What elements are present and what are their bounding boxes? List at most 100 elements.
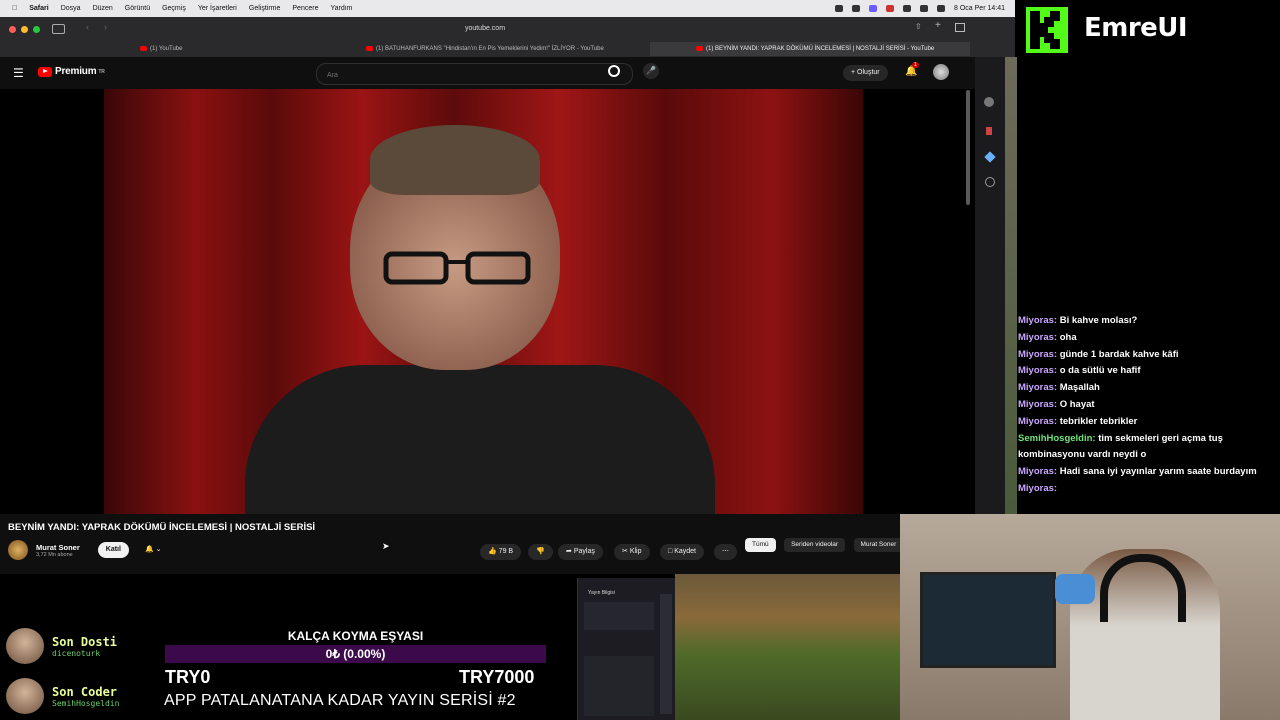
channel-avatar[interactable]	[8, 540, 28, 560]
chat-username[interactable]: Miyoras:	[1018, 365, 1057, 376]
search-icon[interactable]	[937, 5, 946, 12]
youtube-play-icon	[38, 66, 52, 77]
chevron-down-icon: ⌄	[155, 546, 162, 553]
microphone-icon[interactable]: 🎤	[643, 63, 659, 79]
minimize-window-button[interactable]	[21, 26, 28, 33]
last-follower: Son Dosti dicenoturk	[6, 628, 117, 664]
close-window-button[interactable]	[9, 26, 16, 33]
scissors-icon: ✂	[622, 548, 628, 555]
tab-batuhan-video[interactable]: (1) BATUHANFURKANS "Hindistan'ın En Pis …	[366, 42, 646, 56]
follower-avatar	[6, 628, 44, 664]
chat-username[interactable]: SemihHosgeldin:	[1018, 433, 1096, 444]
subscriber-count: 3,72 Mn abone	[36, 551, 73, 558]
chat-username[interactable]: Miyoras:	[1018, 466, 1057, 477]
streamer-name: EmreUI	[1084, 13, 1188, 43]
video-title: BEYNİM YANDI: YAPRAK DÖKÜMÜ İNCELEMESİ |…	[8, 522, 316, 533]
menu-gelistirme[interactable]: Geliştirme	[249, 5, 281, 12]
page-scrollbar[interactable]	[966, 90, 970, 205]
status-icon-4[interactable]	[886, 5, 895, 12]
menu-duzen[interactable]: Düzen	[93, 5, 113, 12]
sidepanel-icon-3[interactable]	[984, 151, 996, 163]
save-button[interactable]: □ Kaydet	[660, 544, 704, 560]
stream-brand: EmreUI	[1018, 0, 1280, 57]
chat-text: Hadi sana iyi yayınlar yarım saate burda…	[1059, 466, 1257, 478]
status-icon-1[interactable]	[835, 5, 844, 12]
menu-hamburger-icon[interactable]: ☰	[13, 66, 24, 80]
address-bar[interactable]: youtube.com	[285, 21, 685, 37]
related-chips: Tümü Seriden videolar Murat Soner	[745, 533, 907, 552]
chat-message: Miyoras: Hadi sana iyi yayınlar yarım sa…	[1018, 464, 1280, 481]
more-actions-button[interactable]: ⋯	[714, 544, 737, 560]
battery-icon[interactable]	[920, 5, 929, 12]
tab-overview-icon[interactable]	[955, 23, 965, 32]
chat-username[interactable]: Miyoras:	[1018, 315, 1057, 326]
chip-series-videos[interactable]: Seriden videolar	[784, 538, 846, 552]
menu-app-safari[interactable]: Safari	[29, 5, 48, 12]
notification-count-badge: 1	[912, 62, 919, 68]
sidepanel-icon-4[interactable]	[985, 177, 995, 187]
subscribe-bell-button[interactable]: 🔔 ⌄	[137, 542, 170, 558]
status-icon-3[interactable]	[869, 5, 878, 12]
chat-username[interactable]: Miyoras:	[1018, 382, 1057, 393]
chat-text: Maşallah	[1059, 382, 1100, 394]
donation-goal-max: TRY7000	[459, 667, 535, 687]
background-window-strip	[1005, 57, 1017, 517]
new-tab-icon[interactable]: +	[935, 20, 941, 31]
youtube-header: ☰ Premium TR 🎤 + Oluştur 🔔 1	[0, 57, 975, 89]
chat-text: oha	[1059, 331, 1077, 343]
share-button[interactable]: ➦ Paylaş	[558, 544, 603, 560]
last-subscriber-name: SemihHosgeldin	[52, 698, 120, 708]
tab-active-video[interactable]: (1) BEYNİM YANDI: YAPRAK DÖKÜMÜ İNCELEME…	[650, 42, 970, 56]
join-button[interactable]: Katıl	[97, 542, 129, 558]
zoom-window-button[interactable]	[33, 26, 40, 33]
youtube-logo[interactable]: Premium TR	[38, 66, 105, 77]
channel-info: Murat Soner 3,72 Mn abone	[36, 543, 80, 558]
back-arrow-icon[interactable]: ‹	[86, 22, 89, 32]
sidepanel-icon-1[interactable]	[984, 97, 994, 107]
menubar-clock[interactable]: 8 Oca Per 14:41	[954, 5, 1005, 12]
create-button[interactable]: + Oluştur	[843, 65, 888, 81]
chat-message: SemihHosgeldin: tim sekmeleri geri açma …	[1018, 431, 1280, 465]
donation-goal-progress-text: 0₺ (0.00%)	[325, 647, 386, 661]
menu-yardim[interactable]: Yardım	[330, 5, 352, 12]
obs-mini-panel: Yayın Bilgisi	[577, 578, 676, 720]
chat-username[interactable]: Miyoras:	[1018, 399, 1057, 410]
video-person-glasses	[383, 251, 531, 285]
apple-icon[interactable]: 	[12, 5, 17, 12]
search-icon[interactable]	[608, 65, 620, 77]
chat-username[interactable]: Miyoras:	[1018, 483, 1057, 494]
channel-name[interactable]: Murat Soner	[36, 543, 80, 552]
chat-message: Miyoras: o da sütlü ve hafif	[1018, 363, 1280, 380]
stream-overlay-bottom: Son Dosti dicenoturk Son Coder SemihHosg…	[0, 574, 575, 720]
clip-button[interactable]: ✂ Klip	[614, 544, 650, 560]
tab-youtube-home[interactable]: (1) YouTube	[140, 42, 340, 56]
share-icon[interactable]: ⇧	[915, 22, 922, 31]
forward-arrow-icon[interactable]: ›	[104, 22, 107, 32]
sidebar-toggle-icon[interactable]	[52, 24, 65, 34]
menu-gecmis[interactable]: Geçmiş	[162, 5, 186, 12]
dislike-button[interactable]: 👎	[528, 544, 553, 560]
like-button[interactable]: 👍 79 B	[480, 544, 522, 560]
donation-goal-bar: 0₺ (0.00%)	[165, 645, 546, 663]
channel-row: Murat Soner 3,72 Mn abone Katıl 🔔 ⌄	[8, 540, 169, 560]
chat-username[interactable]: Miyoras:	[1018, 349, 1057, 360]
chat-text: tebrikler tebrikler	[1059, 415, 1138, 427]
donation-goal-min: TRY0	[165, 667, 211, 687]
menu-goruntu[interactable]: Görüntü	[125, 5, 150, 12]
last-follower-title: Son Dosti	[52, 634, 118, 649]
chip-all[interactable]: Tümü	[745, 538, 776, 552]
chat-username[interactable]: Miyoras:	[1018, 332, 1057, 343]
donation-goal-title: KALÇA KOYMA EŞYASI	[287, 629, 424, 643]
search-input[interactable]	[325, 71, 599, 80]
video-person-hair	[370, 125, 540, 195]
status-icon-2[interactable]	[852, 5, 861, 12]
obs-panel-title: Yayın Bilgisi	[588, 590, 615, 596]
menu-dosya[interactable]: Dosya	[61, 5, 81, 12]
menu-pencere[interactable]: Pencere	[292, 5, 318, 12]
chat-username[interactable]: Miyoras:	[1018, 416, 1057, 427]
wifi-icon[interactable]	[903, 5, 912, 12]
sidepanel-icon-2[interactable]	[986, 127, 992, 135]
account-avatar[interactable]	[933, 64, 949, 80]
menu-yer-isaretleri[interactable]: Yer İşaretleri	[198, 5, 237, 12]
chip-channel[interactable]: Murat Soner	[853, 538, 904, 552]
